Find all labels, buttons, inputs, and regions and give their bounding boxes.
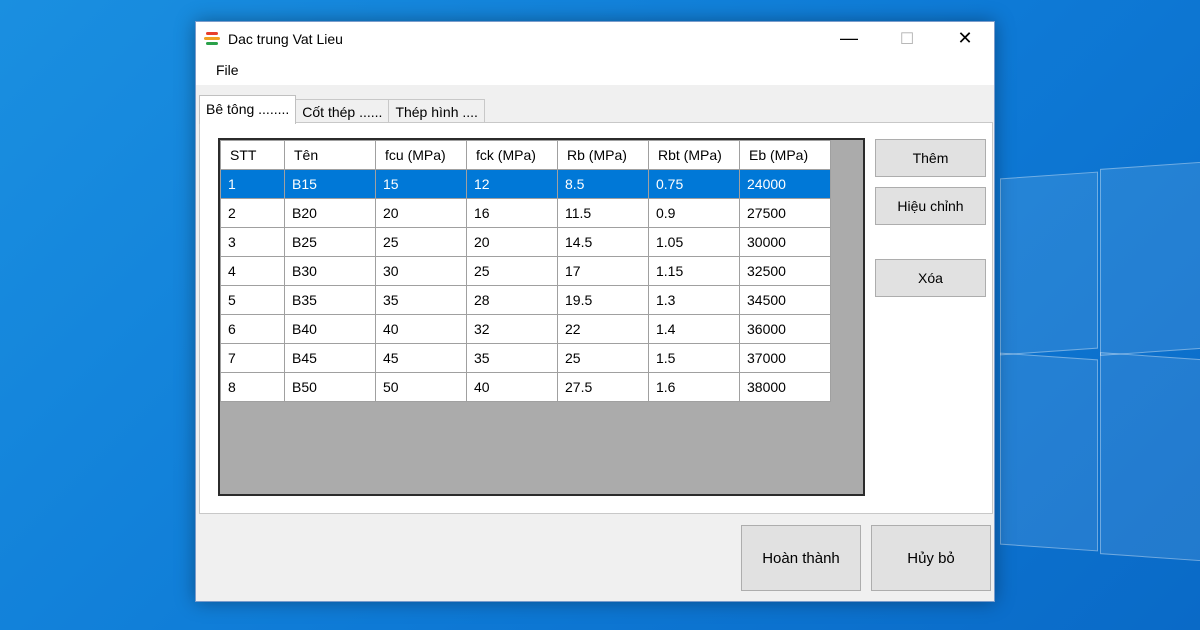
table-cell[interactable]: B45	[284, 343, 376, 373]
table-cell[interactable]: 50	[375, 372, 467, 402]
table-cell[interactable]: 7	[220, 343, 285, 373]
delete-button[interactable]: Xóa	[875, 259, 986, 297]
table-cell[interactable]: 25	[375, 227, 467, 257]
column-header[interactable]: STT	[220, 140, 285, 170]
table-cell[interactable]: 45	[375, 343, 467, 373]
table-cell[interactable]: 35	[466, 343, 558, 373]
table-cell[interactable]: 6	[220, 314, 285, 344]
table-cell[interactable]: 28	[466, 285, 558, 315]
tab-strip: Bê tông ........ Cốt thép ...... Thép hì…	[199, 94, 485, 124]
table-cell[interactable]: 3	[220, 227, 285, 257]
materials-table: STT Tên fcu (MPa) fck (MPa) Rb (MPa) Rbt…	[220, 140, 831, 402]
close-button[interactable]: ✕	[936, 22, 994, 55]
table-cell[interactable]: 14.5	[557, 227, 649, 257]
table-cell[interactable]: 1.5	[648, 343, 740, 373]
table-cell[interactable]: 34500	[739, 285, 831, 315]
edit-button[interactable]: Hiệu chỉnh	[875, 187, 986, 225]
table-cell[interactable]: 20	[375, 198, 467, 228]
tab-rebar[interactable]: Cốt thép ......	[295, 99, 390, 124]
table-cell[interactable]: 1.3	[648, 285, 740, 315]
table-cell[interactable]: 35	[375, 285, 467, 315]
table-cell[interactable]: 0.9	[648, 198, 740, 228]
table-cell[interactable]: 20	[466, 227, 558, 257]
table-cell[interactable]: 17	[557, 256, 649, 286]
table-row[interactable]: 6 B40 40 32 22 1.4 36000	[220, 314, 831, 344]
table-row[interactable]: 4 B30 30 25 17 1.15 32500	[220, 256, 831, 286]
table-cell[interactable]: B35	[284, 285, 376, 315]
table-cell[interactable]: 1.15	[648, 256, 740, 286]
table-cell[interactable]: 40	[466, 372, 558, 402]
column-header[interactable]: fck (MPa)	[466, 140, 558, 170]
desktop-pane	[1100, 161, 1200, 356]
table-cell[interactable]: 8	[220, 372, 285, 402]
table-cell[interactable]: 11.5	[557, 198, 649, 228]
table-cell[interactable]: B40	[284, 314, 376, 344]
table-cell[interactable]: B25	[284, 227, 376, 257]
table-cell[interactable]: 30000	[739, 227, 831, 257]
tab-page-concrete: STT Tên fcu (MPa) fck (MPa) Rb (MPa) Rbt…	[199, 122, 993, 514]
table-row[interactable]: 1 B15 15 12 8.5 0.75 24000	[220, 169, 831, 199]
table-cell[interactable]: 1	[220, 169, 285, 199]
table-cell[interactable]: 2	[220, 198, 285, 228]
table-cell[interactable]: B15	[284, 169, 376, 199]
table-cell[interactable]: B30	[284, 256, 376, 286]
maximize-button[interactable]: ☐	[878, 22, 936, 55]
table-cell[interactable]: 1.4	[648, 314, 740, 344]
desktop-pane	[1100, 352, 1200, 562]
tab-steel-section[interactable]: Thép hình ....	[388, 99, 485, 124]
menu-bar: File	[196, 55, 994, 85]
column-header[interactable]: Tên	[284, 140, 376, 170]
table-cell[interactable]: 16	[466, 198, 558, 228]
table-cell[interactable]: 24000	[739, 169, 831, 199]
table-cell[interactable]: 27500	[739, 198, 831, 228]
table-cell[interactable]: 0.75	[648, 169, 740, 199]
table-cell[interactable]: 36000	[739, 314, 831, 344]
cancel-button[interactable]: Hủy bỏ	[871, 525, 991, 591]
table-cell[interactable]: B20	[284, 198, 376, 228]
table-cell[interactable]: B50	[284, 372, 376, 402]
minimize-button[interactable]: —	[820, 22, 878, 55]
table-cell[interactable]: 15	[375, 169, 467, 199]
menu-file[interactable]: File	[209, 62, 246, 78]
table-row[interactable]: 8 B50 50 40 27.5 1.6 38000	[220, 372, 831, 402]
column-header[interactable]: fcu (MPa)	[375, 140, 467, 170]
table-cell[interactable]: 38000	[739, 372, 831, 402]
column-header[interactable]: Eb (MPa)	[739, 140, 831, 170]
table-cell[interactable]: 27.5	[557, 372, 649, 402]
finish-button[interactable]: Hoàn thành	[741, 525, 861, 591]
table-row[interactable]: 3 B25 25 20 14.5 1.05 30000	[220, 227, 831, 257]
window-title: Dac trung Vat Lieu	[228, 30, 343, 47]
table-cell[interactable]: 32500	[739, 256, 831, 286]
table-cell[interactable]: 12	[466, 169, 558, 199]
table-cell[interactable]: 5	[220, 285, 285, 315]
table-cell[interactable]: 25	[557, 343, 649, 373]
desktop-pane	[1000, 352, 1098, 552]
tab-concrete[interactable]: Bê tông ........	[199, 95, 297, 124]
table-cell[interactable]: 4	[220, 256, 285, 286]
table-header-row: STT Tên fcu (MPa) fck (MPa) Rb (MPa) Rbt…	[220, 140, 831, 170]
table-cell[interactable]: 40	[375, 314, 467, 344]
table-cell[interactable]: 19.5	[557, 285, 649, 315]
title-bar[interactable]: Dac trung Vat Lieu — ☐ ✕	[196, 22, 994, 55]
table-cell[interactable]: 1.6	[648, 372, 740, 402]
table-cell[interactable]: 8.5	[557, 169, 649, 199]
table-cell[interactable]: 1.05	[648, 227, 740, 257]
table-row[interactable]: 2 B20 20 16 11.5 0.9 27500	[220, 198, 831, 228]
add-button[interactable]: Thêm	[875, 139, 986, 177]
table-cell[interactable]: 25	[466, 256, 558, 286]
table-cell[interactable]: 32	[466, 314, 558, 344]
materials-grid[interactable]: STT Tên fcu (MPa) fck (MPa) Rb (MPa) Rbt…	[218, 138, 865, 496]
column-header[interactable]: Rb (MPa)	[557, 140, 649, 170]
table-cell[interactable]: 30	[375, 256, 467, 286]
desktop-pane	[1000, 171, 1098, 356]
app-logo-icon	[204, 31, 220, 47]
table-row[interactable]: 7 B45 45 35 25 1.5 37000	[220, 343, 831, 373]
table-cell[interactable]: 37000	[739, 343, 831, 373]
app-window: Dac trung Vat Lieu — ☐ ✕ File Bê tông ..…	[195, 21, 995, 602]
column-header[interactable]: Rbt (MPa)	[648, 140, 740, 170]
table-row[interactable]: 5 B35 35 28 19.5 1.3 34500	[220, 285, 831, 315]
table-cell[interactable]: 22	[557, 314, 649, 344]
